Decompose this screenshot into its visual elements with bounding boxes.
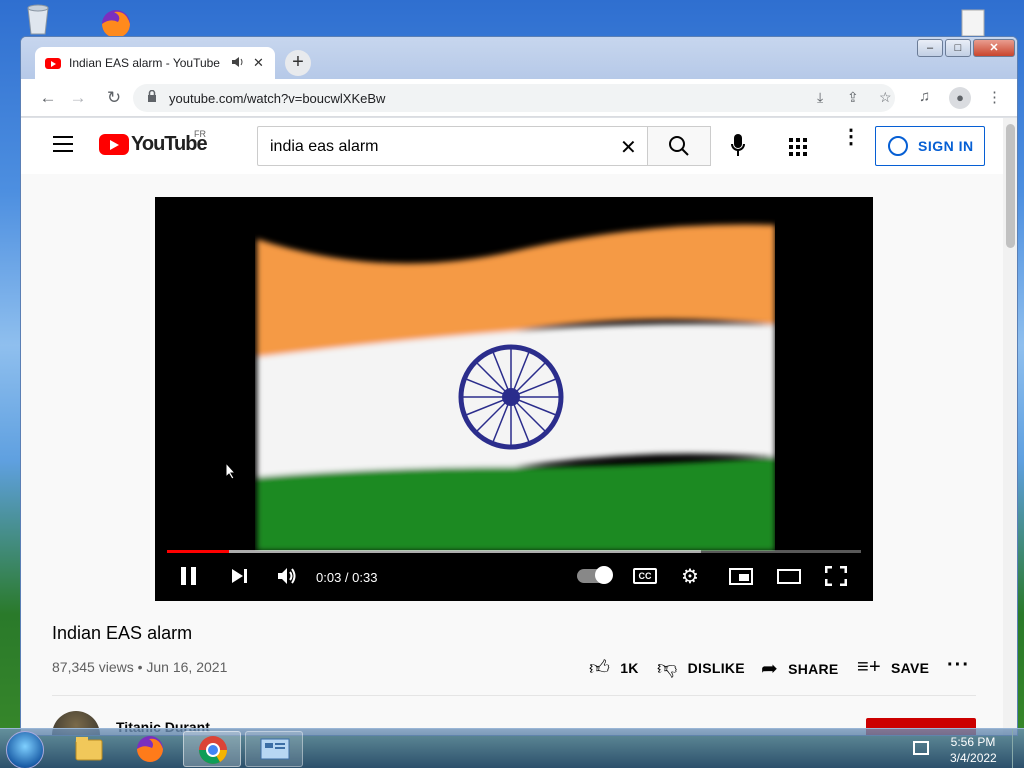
apps-grid-icon[interactable] xyxy=(789,138,807,156)
search-input[interactable]: india eas alarm xyxy=(270,138,379,156)
speaker-icon[interactable] xyxy=(231,56,245,71)
browser-tab[interactable]: Indian EAS alarm - YouTube ✕ xyxy=(35,47,275,79)
thumbs-up-icon: 👍︎ xyxy=(589,657,611,679)
next-icon[interactable] xyxy=(231,568,249,587)
recycle-bin-icon[interactable] xyxy=(18,4,58,36)
dislike-button[interactable]: 👎︎ DISLIKE xyxy=(657,656,745,680)
profile-icon[interactable]: ● xyxy=(949,87,971,109)
tab-title: Indian EAS alarm - YouTube xyxy=(69,56,220,70)
volume-icon[interactable] xyxy=(277,566,297,589)
tab-close-icon[interactable]: ✕ xyxy=(253,55,265,71)
window-titlebar: Indian EAS alarm - YouTube ✕ + – □ ✕ xyxy=(21,37,1017,79)
theater-mode-icon[interactable] xyxy=(777,569,801,584)
account-circle-icon xyxy=(888,136,908,156)
chrome-menu-icon[interactable]: ⋮ xyxy=(987,88,1002,106)
subtitles-button[interactable]: CC xyxy=(633,568,657,584)
show-desktop-button[interactable] xyxy=(1012,729,1024,768)
pause-icon[interactable] xyxy=(181,567,199,585)
install-icon[interactable]: ⤓ xyxy=(817,89,823,106)
settings-gear-icon[interactable]: ⚙ xyxy=(681,564,699,589)
clock-time[interactable]: 5:56 PM xyxy=(950,735,996,749)
india-flag-video-frame xyxy=(257,224,775,551)
youtube-play-logo-icon xyxy=(99,134,129,155)
share-label: SHARE xyxy=(788,660,839,677)
youtube-masthead: YouTube FR india eas alarm ✕ ⋮ SIGN IN xyxy=(21,118,1003,174)
scrollbar-thumb[interactable] xyxy=(1006,124,1015,248)
youtube-logo[interactable]: YouTube FR xyxy=(99,129,208,156)
video-views-date: 87,345 views • Jun 16, 2021 xyxy=(52,659,228,675)
fullscreen-icon[interactable] xyxy=(824,565,848,587)
forward-arrow-icon[interactable]: → xyxy=(67,87,89,109)
remote-desktop-taskbar-icon[interactable] xyxy=(245,731,303,767)
lock-icon[interactable] xyxy=(147,89,157,106)
clear-search-icon[interactable]: ✕ xyxy=(620,135,637,160)
minimize-button[interactable]: – xyxy=(917,39,943,57)
playlist-add-icon: ≡+ xyxy=(857,656,881,678)
youtube-favicon-icon xyxy=(45,57,61,69)
video-title: Indian EAS alarm xyxy=(52,623,193,643)
chrome-taskbar-icon[interactable] xyxy=(183,731,241,767)
back-arrow-icon[interactable]: ← xyxy=(37,87,59,109)
sign-in-label: SIGN IN xyxy=(918,138,974,154)
start-button[interactable] xyxy=(6,731,44,768)
mouse-cursor-icon xyxy=(225,462,237,480)
media-control-icon[interactable]: ♫ xyxy=(919,88,930,105)
firefox-taskbar-icon[interactable] xyxy=(121,731,179,767)
miniplayer-icon[interactable] xyxy=(729,568,753,585)
search-icon xyxy=(669,136,689,156)
save-label: SAVE xyxy=(890,659,930,676)
address-bar[interactable]: youtube.com/watch?v=boucwlXKeBw ⤓ ⇪ ☆ xyxy=(133,84,895,112)
network-tray-icon[interactable] xyxy=(913,741,929,755)
explorer-taskbar-icon[interactable] xyxy=(60,731,118,767)
reload-icon[interactable]: ↻ xyxy=(103,87,125,109)
settings-more-icon[interactable]: ⋮ xyxy=(841,127,861,147)
hamburger-menu-icon[interactable] xyxy=(53,136,73,152)
divider xyxy=(52,695,976,696)
search-box[interactable]: india eas alarm ✕ xyxy=(257,126,648,166)
save-button[interactable]: ≡+ SAVE xyxy=(857,656,929,679)
file-desktop-icon[interactable] xyxy=(954,8,992,38)
new-tab-button[interactable]: + xyxy=(285,50,311,76)
windows-taskbar: 5:56 PM 3/4/2022 xyxy=(0,728,1024,768)
time-display: 0:03 / 0:33 xyxy=(316,570,378,585)
sign-in-button[interactable]: SIGN IN xyxy=(875,126,985,166)
firefox-desktop-icon[interactable] xyxy=(92,4,140,38)
bookmark-star-icon[interactable]: ☆ xyxy=(879,89,892,106)
country-code: FR xyxy=(194,129,206,139)
buffered-bar xyxy=(167,550,702,553)
like-button[interactable]: 👍︎ 1K xyxy=(589,656,639,680)
maximize-button[interactable]: □ xyxy=(945,39,971,57)
video-player[interactable]: 0:03 / 0:33 CC ⚙ xyxy=(155,197,873,601)
share-arrow-icon: ➦ xyxy=(761,658,779,680)
share-icon[interactable]: ⇪ xyxy=(847,89,859,106)
like-count: 1K xyxy=(620,660,639,676)
more-actions-icon[interactable]: ··· xyxy=(947,654,970,677)
microphone-icon[interactable] xyxy=(731,134,745,158)
page-scrollbar[interactable] xyxy=(1003,118,1017,735)
url-text[interactable]: youtube.com/watch?v=boucwlXKeBw xyxy=(169,91,385,106)
dislike-label: DISLIKE xyxy=(687,660,745,676)
progress-bar[interactable] xyxy=(167,550,861,553)
youtube-page: YouTube FR india eas alarm ✕ ⋮ SIGN IN 0… xyxy=(21,118,1017,735)
clock-date[interactable]: 3/4/2022 xyxy=(950,751,997,765)
autoplay-toggle[interactable] xyxy=(577,566,613,584)
search-button[interactable] xyxy=(647,126,711,166)
close-window-button[interactable]: ✕ xyxy=(973,39,1015,57)
thumbs-down-icon: 👎︎ xyxy=(657,657,678,679)
browser-toolbar: ← → ↻ youtube.com/watch?v=boucwlXKeBw ⤓ … xyxy=(21,79,1017,117)
chrome-window: Indian EAS alarm - YouTube ✕ + – □ ✕ ← →… xyxy=(20,36,1018,736)
played-bar xyxy=(167,550,230,553)
share-button[interactable]: ➦ SHARE xyxy=(761,656,839,681)
